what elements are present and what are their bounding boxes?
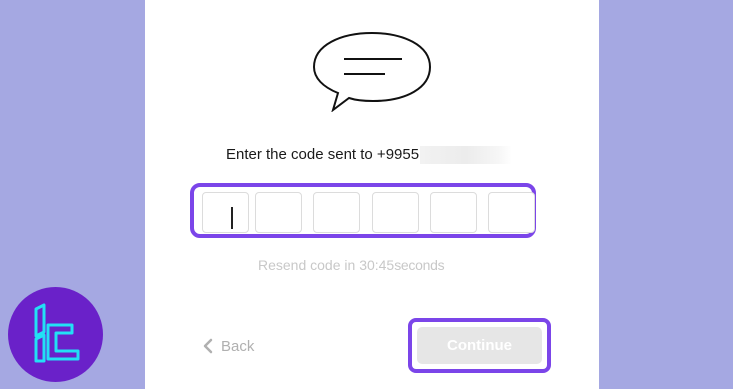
code-digit-1[interactable] [202, 192, 249, 233]
resend-prefix: Resend code in [258, 257, 356, 273]
code-digit-3[interactable] [313, 192, 360, 233]
code-digit-4[interactable] [372, 192, 419, 233]
resend-suffix: seconds [394, 257, 445, 273]
back-label: Back [221, 337, 255, 355]
back-button[interactable]: Back [203, 336, 254, 356]
code-digit-2[interactable] [255, 192, 302, 233]
code-digit-5[interactable] [430, 192, 477, 233]
code-input-group[interactable] [190, 183, 536, 238]
chevron-left-icon [203, 338, 213, 354]
code-sent-prompt: Enter the code sent to +9955 [226, 145, 513, 165]
text-cursor [231, 207, 233, 229]
continue-button[interactable]: Continue [417, 327, 542, 364]
brand-logo-icon [8, 287, 103, 382]
continue-highlight: Continue [408, 318, 551, 373]
redacted-phone-blur [420, 146, 513, 164]
resend-countdown: Resend code in 30:45seconds [258, 256, 445, 274]
resend-timer: 30:45 [359, 257, 395, 273]
prompt-text: Enter the code sent to +9955 [226, 146, 420, 163]
code-digit-6[interactable] [488, 192, 535, 233]
chat-bubble-icon [312, 31, 432, 112]
